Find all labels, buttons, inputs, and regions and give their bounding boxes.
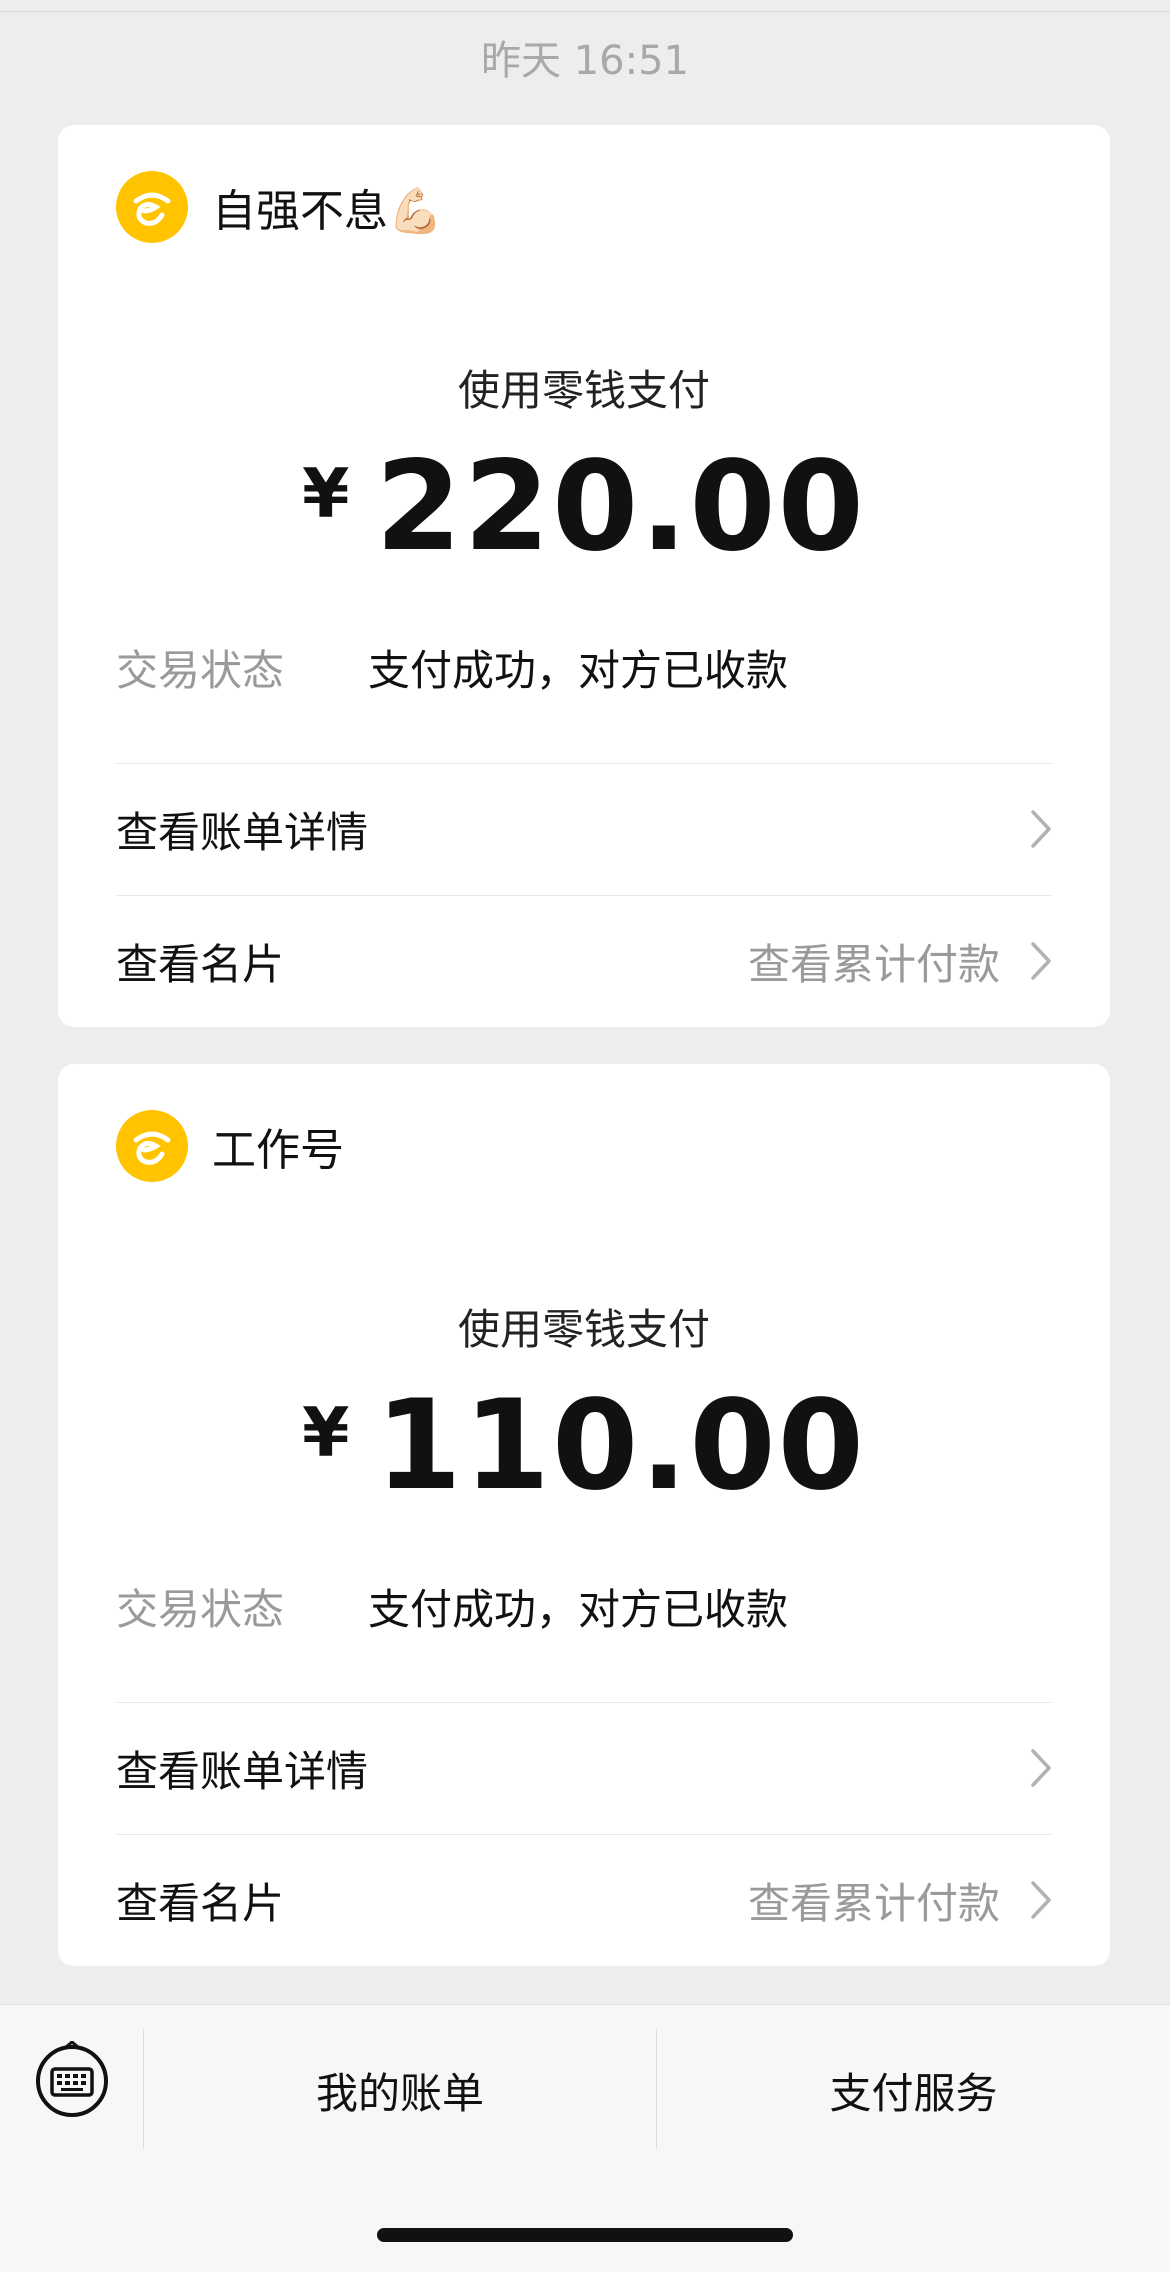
currency-symbol: ¥ — [302, 1394, 350, 1473]
chevron-right-icon — [1030, 941, 1052, 981]
payment-amount: 110.00 — [375, 1374, 866, 1518]
status-label: 交易状态 — [116, 1585, 285, 1634]
cumulative-payments-label: 查看累计付款 — [747, 939, 1000, 989]
payment-method: 使用零钱支付 — [457, 366, 710, 415]
transaction-status-row: 交易状态 支付成功，对方已收款 — [116, 1576, 1052, 1636]
keyboard-icon[interactable] — [32, 2040, 112, 2121]
status-value: 支付成功，对方已收款 — [368, 646, 789, 695]
payment-card: 工作号 使用零钱支付 ¥ 110.00 交易状态 支付成功，对方已收款 查看账单… — [58, 1064, 1110, 1966]
bill-details-label: 查看账单详情 — [116, 1746, 369, 1796]
cumulative-payments-link[interactable]: 查看累计付款 — [748, 931, 1052, 992]
payment-card: 自强不息💪🏻 使用零钱支付 ¥ 220.00 交易状态 支付成功，对方已收款 查… — [58, 125, 1110, 1027]
my-bills-button[interactable]: 我的账单 — [144, 2035, 656, 2145]
payment-method: 使用零钱支付 — [457, 1305, 710, 1354]
payment-amount: 220.00 — [375, 435, 866, 579]
merchant-name: 自强不息💪🏻 — [212, 186, 443, 237]
amount-row: ¥ 220.00 — [58, 445, 1110, 569]
top-divider — [0, 0, 1170, 12]
view-profile-label: 查看名片 — [116, 1878, 285, 1928]
chevron-right-icon — [1030, 1880, 1052, 1920]
wechat-pay-logo-icon — [116, 1110, 188, 1182]
home-indicator[interactable] — [377, 2228, 793, 2242]
merchant-header[interactable]: 自强不息💪🏻 — [116, 171, 443, 243]
bill-details-label: 查看账单详情 — [116, 807, 369, 857]
chevron-right-icon — [1030, 809, 1052, 849]
merchant-name: 工作号 — [212, 1125, 344, 1176]
message-timestamp: 昨天 16:51 — [481, 38, 689, 84]
view-profile-label: 查看名片 — [116, 939, 285, 989]
amount-row: ¥ 110.00 — [58, 1384, 1110, 1508]
status-label: 交易状态 — [116, 646, 285, 695]
merchant-header[interactable]: 工作号 — [116, 1110, 344, 1182]
cumulative-payments-link[interactable]: 查看累计付款 — [748, 1870, 1052, 1931]
bill-details-link[interactable]: 查看账单详情 — [116, 764, 1052, 894]
payment-services-button[interactable]: 支付服务 — [657, 2035, 1170, 2145]
view-profile-row[interactable]: 查看名片 查看累计付款 — [116, 1835, 1052, 1965]
transaction-status-row: 交易状态 支付成功，对方已收款 — [116, 637, 1052, 697]
view-profile-row[interactable]: 查看名片 查看累计付款 — [116, 896, 1052, 1026]
chevron-right-icon — [1030, 1748, 1052, 1788]
currency-symbol: ¥ — [302, 455, 350, 534]
wechat-pay-logo-icon — [116, 171, 188, 243]
status-value: 支付成功，对方已收款 — [368, 1585, 789, 1634]
bill-details-link[interactable]: 查看账单详情 — [116, 1703, 1052, 1833]
cumulative-payments-label: 查看累计付款 — [747, 1878, 1000, 1928]
